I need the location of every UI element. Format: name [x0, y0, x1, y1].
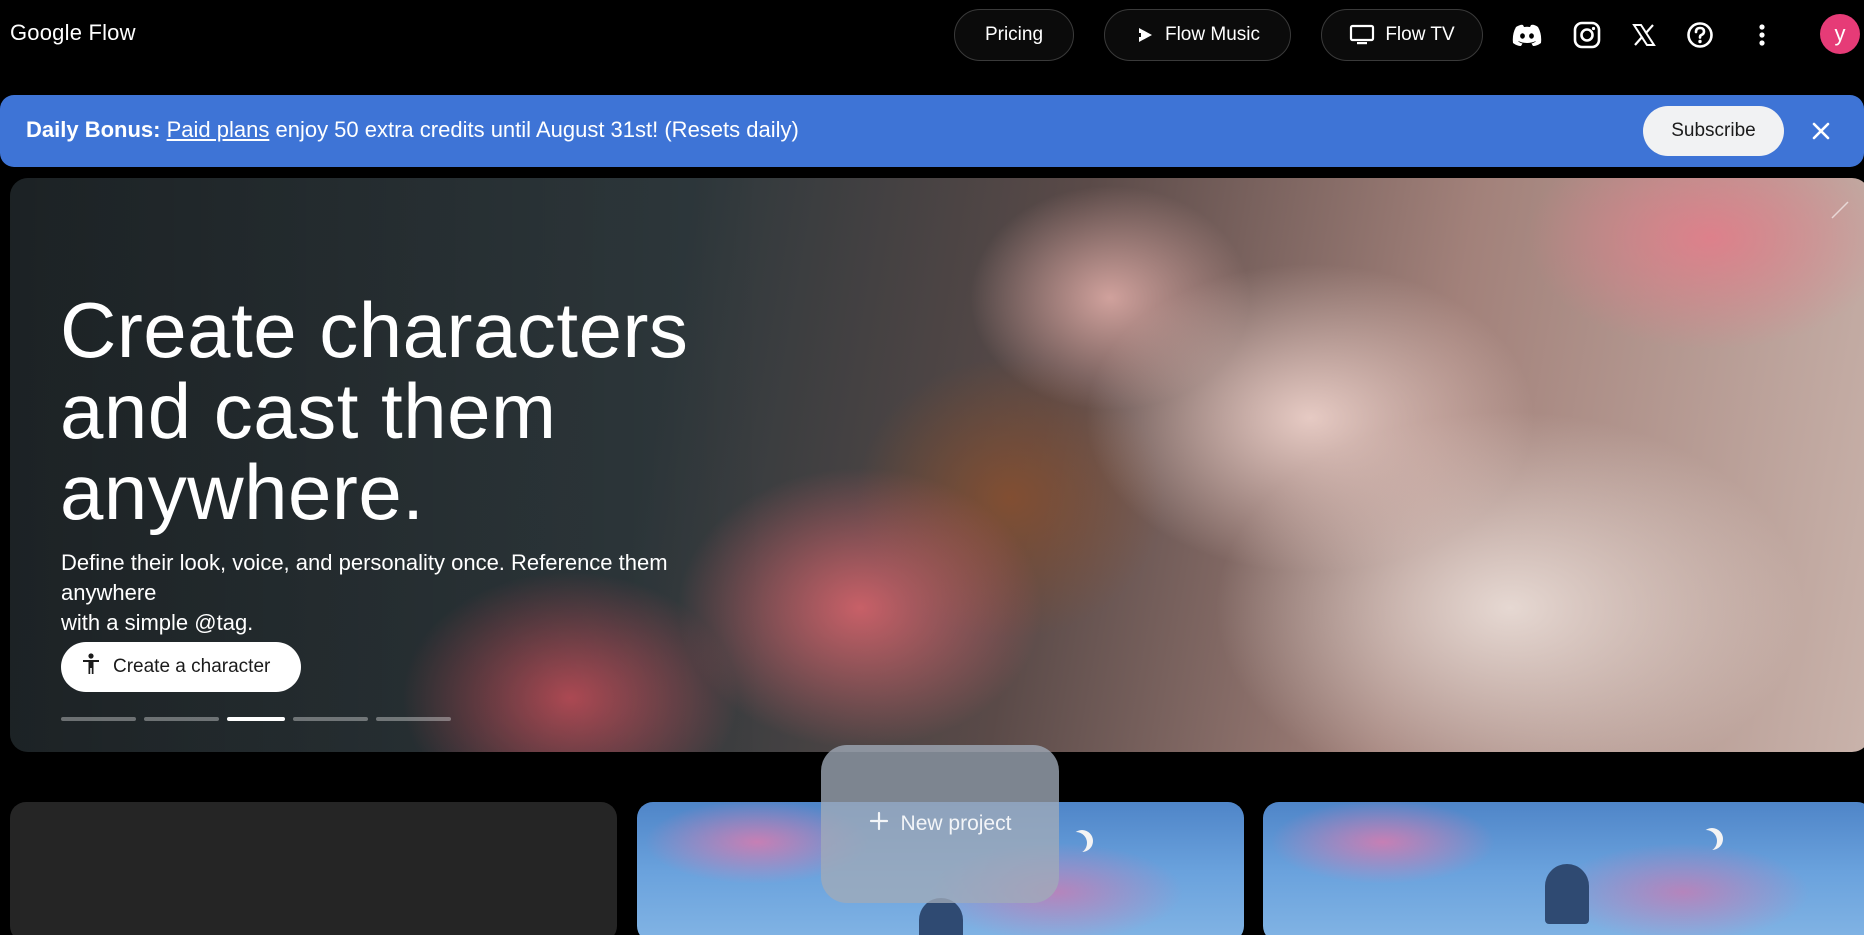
pricing-button[interactable]: Pricing	[954, 9, 1074, 61]
x-twitter-icon[interactable]	[1625, 16, 1663, 54]
carousel-dot[interactable]	[376, 717, 451, 721]
daily-bonus-banner: Daily Bonus: Paid plans enjoy 50 extra c…	[0, 95, 1864, 167]
project-card[interactable]	[1263, 802, 1864, 935]
banner-bold-label: Daily Bonus:	[26, 117, 161, 142]
astronaut-graphic	[1545, 864, 1589, 924]
hero-carousel: Create characters and cast them anywhere…	[10, 178, 1864, 752]
hero-title: Create characters and cast them anywhere…	[60, 290, 760, 533]
moon-graphic	[1695, 830, 1717, 852]
project-card[interactable]	[10, 802, 617, 935]
carousel-indicators	[61, 717, 451, 721]
carousel-dot[interactable]	[61, 717, 136, 721]
moon-graphic	[1065, 832, 1087, 854]
subscribe-button[interactable]: Subscribe	[1643, 106, 1784, 156]
flow-tv-button[interactable]: Flow TV	[1321, 9, 1483, 61]
hero-title-line: anywhere.	[60, 448, 425, 536]
top-bar: Google Flow Pricing Flow Music Flow TV y	[0, 0, 1864, 70]
accessibility-person-icon	[81, 653, 101, 681]
astronaut-graphic	[919, 898, 963, 935]
banner-message-text: enjoy 50 extra credits until August 31st…	[275, 117, 799, 142]
new-project-label: New project	[900, 812, 1012, 835]
hero-title-line: and cast them	[60, 367, 557, 455]
create-character-label: Create a character	[113, 656, 271, 677]
carousel-dot[interactable]	[144, 717, 219, 721]
paid-plans-link[interactable]: Paid plans	[167, 117, 270, 142]
hero-title-line: Create characters	[60, 286, 689, 374]
flow-music-label: Flow Music	[1164, 24, 1260, 45]
tv-icon	[1349, 24, 1375, 46]
close-icon[interactable]	[1805, 115, 1837, 147]
hero-subtitle: Define their look, voice, and personalit…	[61, 548, 761, 638]
more-options-icon[interactable]	[1743, 16, 1781, 54]
plus-icon	[869, 811, 889, 837]
pricing-label: Pricing	[984, 24, 1044, 45]
flow-tv-label: Flow TV	[1385, 24, 1455, 45]
flow-music-button[interactable]: Flow Music	[1104, 9, 1291, 61]
new-project-button[interactable]: New project	[821, 745, 1059, 903]
banner-message: Daily Bonus: Paid plans enjoy 50 extra c…	[26, 117, 799, 143]
user-avatar[interactable]: y	[1820, 14, 1860, 54]
app-logo[interactable]: Google Flow	[10, 20, 136, 46]
instagram-icon[interactable]	[1568, 16, 1606, 54]
hero-subtitle-line: with a simple @tag.	[61, 610, 254, 635]
corner-marker-icon	[1831, 201, 1849, 219]
discord-icon[interactable]	[1508, 16, 1546, 54]
create-character-button[interactable]: Create a character	[61, 642, 301, 692]
hero-subtitle-line: Define their look, voice, and personalit…	[61, 550, 668, 605]
help-icon[interactable]	[1681, 16, 1719, 54]
carousel-dot-active[interactable]	[227, 717, 285, 721]
play-icon	[1135, 25, 1155, 45]
carousel-dot[interactable]	[293, 717, 368, 721]
